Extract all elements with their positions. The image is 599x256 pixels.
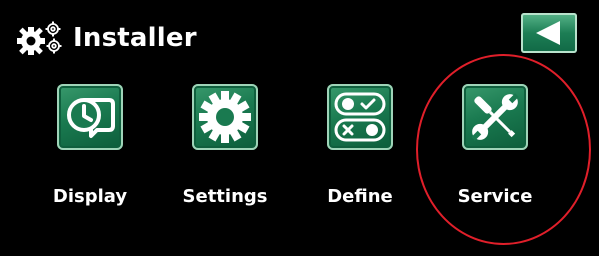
installer-screen: Installer Display Settings Define Servic…	[0, 0, 599, 256]
service-label: Service	[457, 186, 533, 207]
gears-icon	[17, 21, 67, 57]
display-button[interactable]: Display	[48, 80, 148, 220]
define-tile	[327, 84, 393, 150]
service-tile	[462, 84, 528, 150]
back-arrow-icon	[536, 21, 560, 45]
define-button[interactable]: Define	[318, 80, 418, 220]
service-button[interactable]: Service	[453, 80, 553, 220]
settings-label: Settings	[182, 186, 268, 207]
define-label: Define	[327, 186, 393, 207]
display-label: Display	[52, 186, 128, 207]
gear-icon	[199, 91, 251, 143]
settings-button[interactable]: Settings	[183, 80, 283, 220]
page-title: Installer	[73, 23, 197, 53]
display-tile	[57, 84, 123, 150]
tools-icon	[471, 93, 519, 141]
back-button[interactable]	[521, 13, 577, 53]
clock-display-icon	[67, 98, 115, 138]
settings-tile	[192, 84, 258, 150]
toggle-switches-icon	[334, 92, 386, 142]
